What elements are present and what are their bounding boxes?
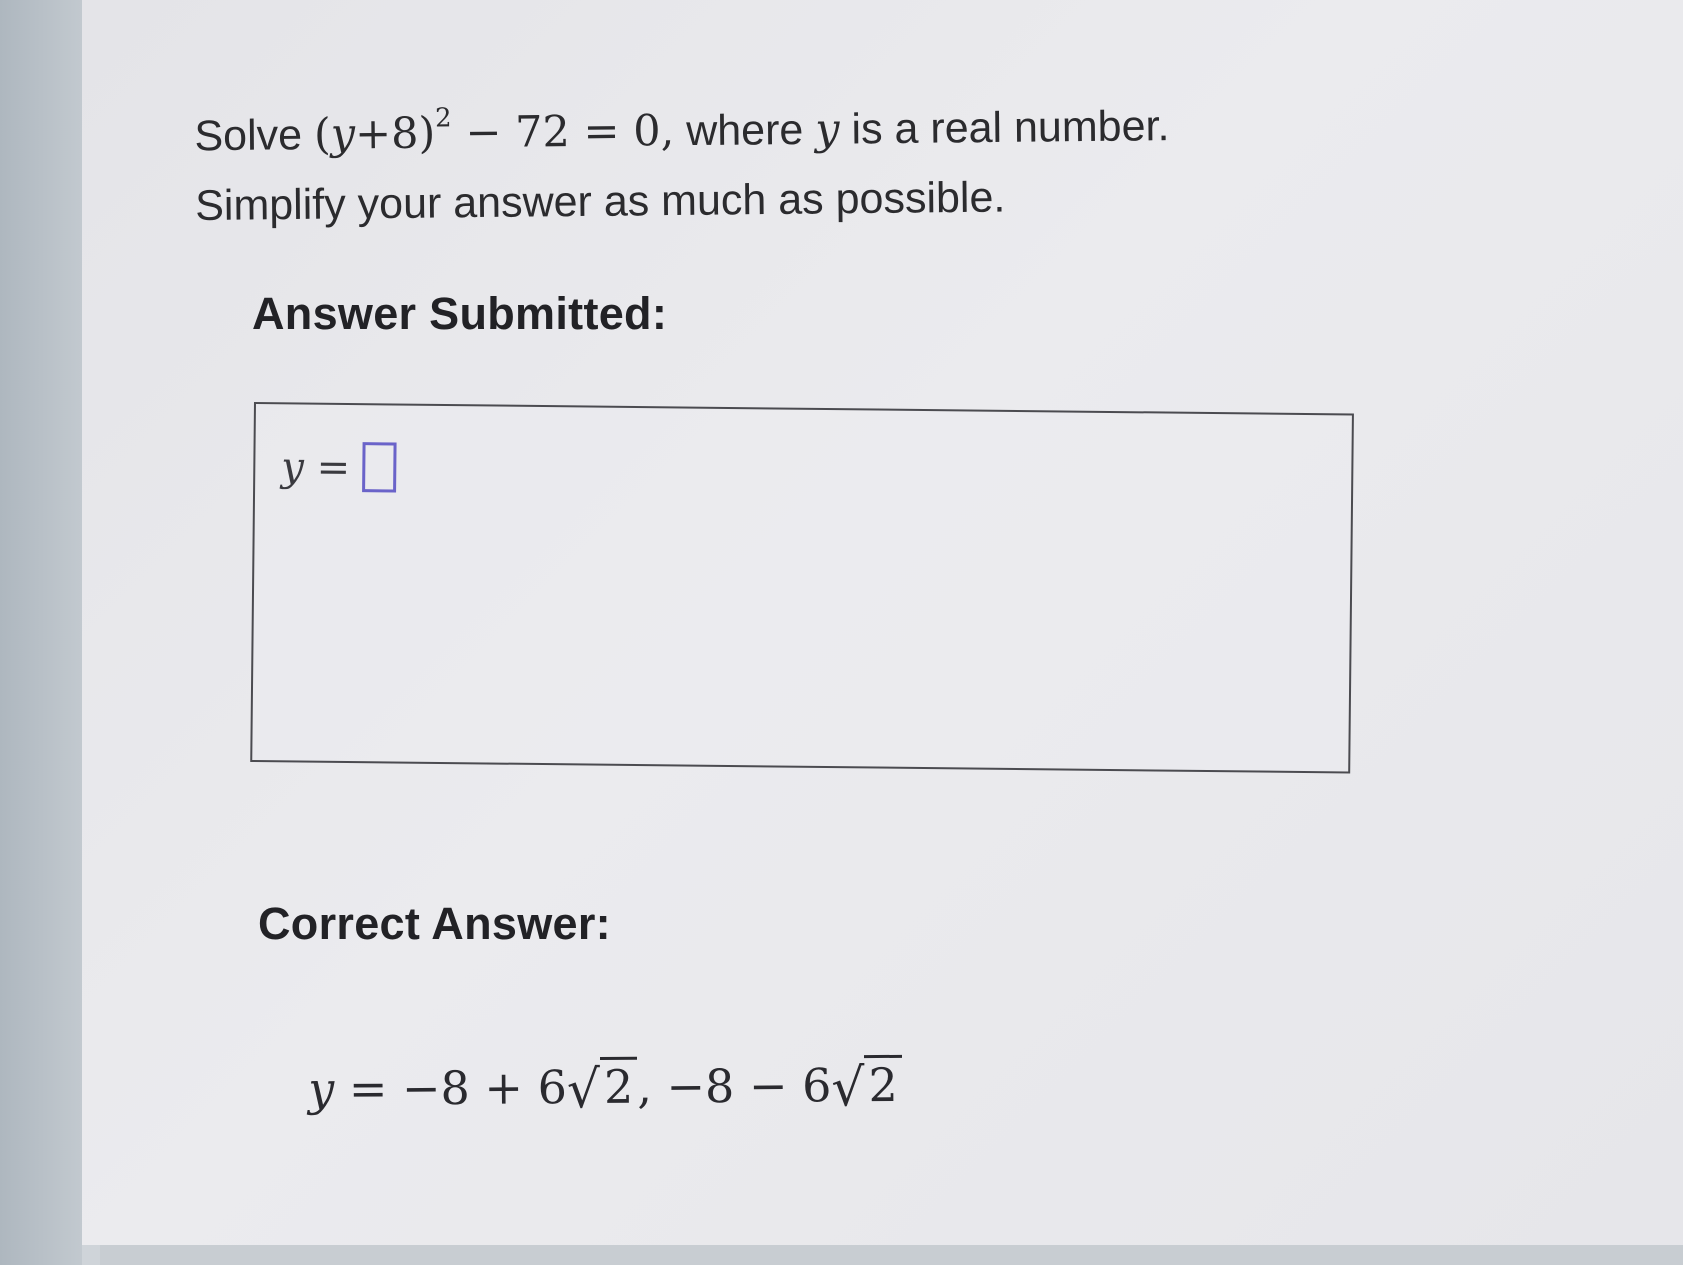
correct-answer-equation: y = −8 + 6√2, −8 − 6√2 xyxy=(308,1054,902,1120)
empty-answer-slot xyxy=(361,442,397,493)
answer-submitted-box: y = xyxy=(250,402,1354,774)
sqrt-icon: √ xyxy=(566,1059,601,1121)
equation-open-paren: ( xyxy=(313,109,332,161)
equation-rest: − 72 = 0, xyxy=(451,106,675,159)
submitted-equals: = xyxy=(303,444,351,492)
sqrt-term-2: √2 xyxy=(831,1054,902,1118)
question-text: Solve (y+8)2 − 72 = 0, where y is a real… xyxy=(194,82,1170,242)
question-suffix: is a real number. xyxy=(839,102,1170,154)
equation-plus-term: +8) xyxy=(354,108,436,160)
answer-submitted-label: Answer Submitted: xyxy=(252,288,668,339)
correct-eq-prefix: = −8 + 6 xyxy=(334,1060,568,1116)
bottom-edge-background xyxy=(100,1245,1683,1265)
sqrt-icon: √ xyxy=(831,1058,865,1119)
question-line-2: Simplify your answer as much as possible… xyxy=(194,173,1006,231)
question-equation: (y+8)2 − 72 = 0, xyxy=(313,103,675,161)
question-prefix: Solve xyxy=(194,111,303,161)
radicand-1: 2 xyxy=(599,1056,638,1114)
submitted-variable: y xyxy=(281,444,305,491)
radicand-2: 2 xyxy=(864,1054,902,1113)
equation-exponent: 2 xyxy=(434,103,452,134)
question-where-variable: y xyxy=(814,104,840,155)
sqrt-term-1: √2 xyxy=(567,1056,638,1120)
correct-variable: y xyxy=(308,1061,335,1116)
correct-answer-label: Correct Answer: xyxy=(258,898,611,949)
question-line-1: Solve (y+8)2 − 72 = 0, where y is a real… xyxy=(194,82,1170,172)
question-where: where xyxy=(673,105,816,156)
left-edge-background xyxy=(0,0,82,1265)
correct-eq-separator: , −8 − 6 xyxy=(637,1058,832,1114)
equation-variable: y xyxy=(330,109,356,160)
submitted-equation: y = xyxy=(281,442,397,496)
